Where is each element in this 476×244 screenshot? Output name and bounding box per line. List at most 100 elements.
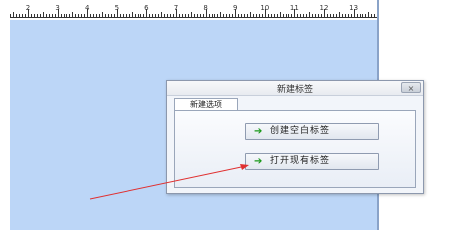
ruler-tick: [306, 14, 308, 17]
new-label-dialog: 新建标签 × 新建选项 ➔ 创建空白标签 ➔ 打开现有标签: [166, 80, 424, 194]
ruler-tick: [102, 12, 103, 17]
ruler-tick: [214, 14, 216, 17]
ruler-tick: [173, 14, 175, 17]
ruler-tick: [220, 12, 222, 17]
ruler-label: 8: [203, 4, 208, 12]
ruler-tick: [276, 14, 278, 17]
ruler-tick: [10, 14, 12, 17]
ruler-tick: [247, 14, 249, 17]
ruler-tick: [365, 14, 367, 17]
ruler-tick: [19, 14, 21, 17]
ruler-label: 10: [260, 4, 270, 12]
ruler-tick: [255, 14, 257, 17]
ruler-tick: [332, 14, 334, 17]
bottom-strip: [10, 230, 379, 244]
ruler-tick: [45, 14, 47, 17]
ruler-tick: [252, 14, 254, 17]
ruler-tick: [270, 14, 272, 17]
ruler-tick: [42, 12, 44, 17]
ruler-tick: [155, 14, 157, 17]
ruler-tick: [48, 14, 50, 17]
ruler-tick: [312, 14, 314, 17]
ruler-tick: [371, 14, 373, 17]
ruler-tick: [279, 12, 281, 17]
ruler-label: 4: [84, 4, 90, 12]
ruler-tick: [25, 14, 27, 17]
ruler-tick: [22, 14, 24, 17]
ruler-label: 9: [232, 4, 238, 12]
ruler-tick: [161, 12, 163, 17]
ruler-tick: [190, 12, 192, 17]
ruler-tick: [288, 14, 290, 17]
ruler-tick: [167, 14, 169, 17]
ruler-baseline: [10, 17, 378, 18]
ruler-tick: [143, 14, 145, 17]
ruler-tick: [149, 14, 151, 17]
ruler-tick: [282, 14, 284, 17]
close-button[interactable]: ×: [401, 82, 421, 93]
ruler-tick: [36, 14, 38, 17]
ruler-tick: [66, 14, 68, 17]
ruler-tick: [13, 12, 15, 17]
ruler-tick: [63, 14, 65, 17]
ruler-tick: [223, 14, 225, 17]
ruler-label: 13: [349, 4, 359, 12]
ruler-tick: [137, 14, 139, 17]
ruler-tick: [217, 14, 219, 17]
ruler-tick: [178, 14, 180, 17]
ruler-tick: [344, 14, 346, 17]
ruler-tick: [196, 14, 198, 17]
ruler-tick: [119, 14, 121, 17]
ruler-tick: [208, 14, 210, 17]
create-blank-label-button[interactable]: ➔ 创建空白标签: [245, 123, 379, 140]
ruler-label: 11: [289, 4, 299, 12]
ruler-tick: [30, 14, 32, 17]
ruler-tick: [350, 14, 352, 17]
ruler-tick: [374, 14, 376, 17]
ruler-tick: [261, 14, 263, 17]
ruler-label: 3: [55, 4, 60, 12]
ruler-tick: [362, 14, 364, 17]
ruler-tick: [128, 14, 130, 17]
ruler-tick: [158, 14, 160, 17]
close-icon: ×: [407, 84, 415, 93]
ruler-tick: [267, 14, 269, 17]
open-existing-label-button[interactable]: ➔ 打开现有标签: [245, 153, 379, 170]
ruler-tick: [335, 14, 337, 17]
ruler-tick: [329, 14, 331, 17]
ruler-tick: [140, 14, 142, 17]
ruler-tick: [96, 14, 98, 17]
ruler-tick: [226, 14, 228, 17]
ruler-label: 2: [25, 4, 31, 12]
ruler-tick: [291, 14, 293, 17]
ruler-tick: [318, 14, 320, 17]
ruler-tick: [113, 14, 115, 17]
ruler-tick: [359, 14, 361, 17]
ruler-tick: [356, 14, 358, 17]
open-existing-label-text: 打开现有标签: [270, 156, 331, 166]
ruler-label: 6: [144, 4, 149, 12]
ruler-tick: [211, 14, 213, 17]
green-arrow-icon: ➔: [254, 156, 263, 167]
ruler-tick: [99, 14, 101, 17]
ruler-tick: [250, 12, 251, 17]
ruler-tick: [122, 14, 124, 17]
ruler-tick: [81, 14, 83, 17]
ruler-tick: [258, 14, 260, 17]
ruler-tick: [39, 14, 41, 17]
ruler-tick: [315, 14, 317, 17]
ruler-tick: [187, 14, 189, 17]
ruler-tick: [69, 14, 71, 17]
ruler-tick: [131, 12, 133, 17]
ruler-tick: [285, 14, 287, 17]
ruler-tick: [368, 12, 370, 17]
ruler-tick: [54, 14, 56, 17]
ruler-tick: [193, 14, 195, 17]
ruler-tick: [51, 14, 53, 17]
dialog-title: 新建标签: [276, 85, 313, 95]
ruler-tick: [244, 14, 246, 17]
ruler-tick: [60, 14, 62, 17]
dialog-titlebar[interactable]: 新建标签 ×: [167, 81, 423, 96]
ruler-tick: [202, 14, 204, 17]
ruler-tick: [75, 14, 77, 17]
